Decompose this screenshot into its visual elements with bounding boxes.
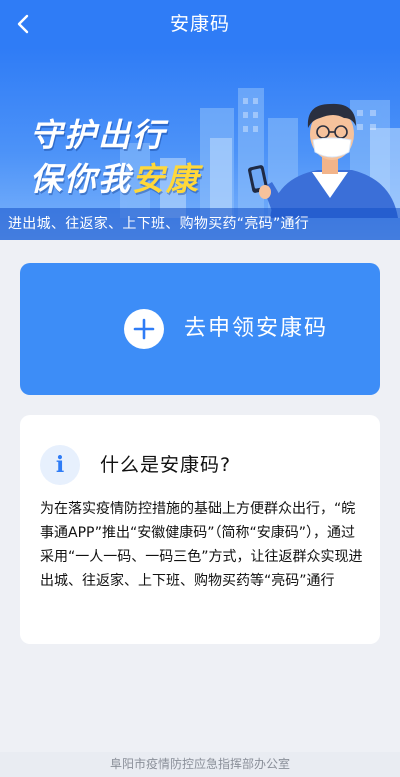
apply-code-label: 去申领安康码	[184, 316, 329, 341]
info-title: 什么是安康码?	[100, 454, 232, 476]
banner-slogan-line1: 守护出行	[30, 116, 167, 154]
slogan-highlight: 安康	[132, 160, 201, 198]
footer-text: 阜阳市疫情防控应急指挥部办公室	[0, 752, 400, 777]
top-nav-bar: 安康码	[0, 0, 400, 48]
info-icon: i	[40, 445, 80, 485]
banner-slogan-line2: 保你我安康	[30, 154, 200, 200]
plus-icon	[124, 309, 164, 349]
banner-caption: 进出城、往返家、上下班、购物买药“亮码”通行	[0, 208, 400, 240]
slogan-prefix: 保你我	[30, 160, 133, 198]
info-description: 为在落实疫情防控措施的基础上方便群众出行，“皖事通APP”推出“安徽健康码”（简…	[40, 501, 363, 589]
hero-banner: 守护出行 保你我安康 进出城、往返家、上下班、购物买药“亮码”通行	[0, 48, 400, 240]
info-card: i 什么是安康码? 为在落实疫情防控措施的基础上方便群众出行，“皖事通APP”推…	[20, 415, 380, 644]
page-title: 安康码	[169, 13, 230, 35]
apply-code-button[interactable]: 去申领安康码	[20, 263, 380, 395]
